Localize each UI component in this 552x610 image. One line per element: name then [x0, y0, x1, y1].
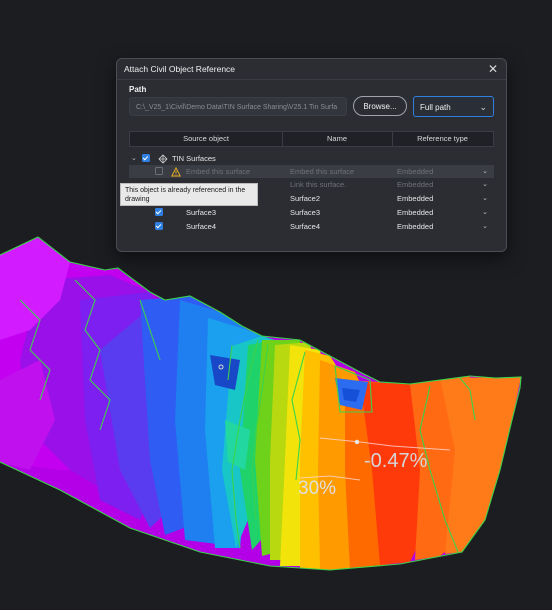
row-checkbox[interactable]	[155, 167, 163, 175]
row-name: Surface4	[290, 222, 321, 231]
row-reference-type: Embedded	[397, 180, 434, 189]
chevron-down-icon[interactable]: ⌄	[482, 178, 488, 191]
slope-label-primary: -0.47%	[364, 450, 428, 472]
row-name: Surface2	[290, 194, 321, 203]
tree-node-tin-surfaces[interactable]: ⌄ TIN Surfaces	[129, 152, 494, 165]
chevron-down-icon[interactable]: ⌄	[482, 206, 488, 219]
row-reference-type: Embedded	[397, 167, 434, 176]
path-label: Path	[129, 85, 147, 94]
row-source: Surface3	[186, 208, 217, 217]
chevron-expand-icon[interactable]: ⌄	[131, 152, 137, 165]
chevron-down-icon[interactable]: ⌄	[482, 192, 488, 205]
column-header-source[interactable]: Source object	[130, 132, 283, 146]
row-reference-type: Embedded	[397, 222, 434, 231]
slope-label-secondary: 30%	[298, 478, 337, 499]
tree-root-label: TIN Surfaces	[172, 154, 216, 163]
path-field[interactable]: C:\_V25_1\Civil\Demo Data\TIN Surface Sh…	[129, 97, 347, 116]
chevron-down-icon[interactable]: ⌄	[482, 220, 488, 233]
chevron-down-icon: ⌄	[479, 102, 487, 112]
row-source: Surface4	[186, 222, 217, 231]
row-name: Link this surface.	[290, 180, 347, 189]
row-name: Surface3	[290, 208, 321, 217]
row-checkbox[interactable]	[155, 222, 163, 230]
row-reference-type: Embedded	[397, 208, 434, 217]
tin-surface-icon	[158, 152, 168, 165]
close-icon[interactable]: ✕	[486, 62, 500, 76]
attach-civil-object-reference-dialog: Attach Civil Object Reference ✕ Path C:\…	[116, 58, 507, 252]
tin-surfaces-checkbox[interactable]	[142, 154, 150, 162]
browse-button[interactable]: Browse...	[353, 96, 407, 116]
column-header-reference-type[interactable]: Reference type	[392, 132, 493, 146]
table-row[interactable]: Surface4 Surface4 Embedded ⌄	[129, 220, 494, 233]
dialog-titlebar[interactable]: Attach Civil Object Reference ✕	[117, 59, 506, 80]
warning-icon	[171, 165, 181, 178]
reference-table-header: Source object Name Reference type	[129, 131, 494, 147]
row-source: Embed this surface	[186, 167, 251, 176]
column-header-name[interactable]: Name	[282, 132, 393, 146]
row-checkbox[interactable]	[155, 208, 163, 216]
dialog-title: Attach Civil Object Reference	[124, 64, 236, 74]
row-name: Embed this surface	[290, 167, 355, 176]
chevron-down-icon[interactable]: ⌄	[482, 165, 488, 178]
row-reference-type: Embedded	[397, 194, 434, 203]
table-row[interactable]: Surface3 Surface3 Embedded ⌄	[129, 206, 494, 219]
path-mode-value: Full path	[420, 103, 451, 112]
already-referenced-tooltip: This object is already referenced in the…	[120, 183, 258, 206]
table-row[interactable]: Embed this surface Embed this surface Em…	[129, 165, 494, 178]
drawing-canvas[interactable]: -0.47% 30% Attach Civil Object Reference…	[0, 0, 552, 610]
path-mode-select[interactable]: Full path ⌄	[413, 96, 494, 117]
